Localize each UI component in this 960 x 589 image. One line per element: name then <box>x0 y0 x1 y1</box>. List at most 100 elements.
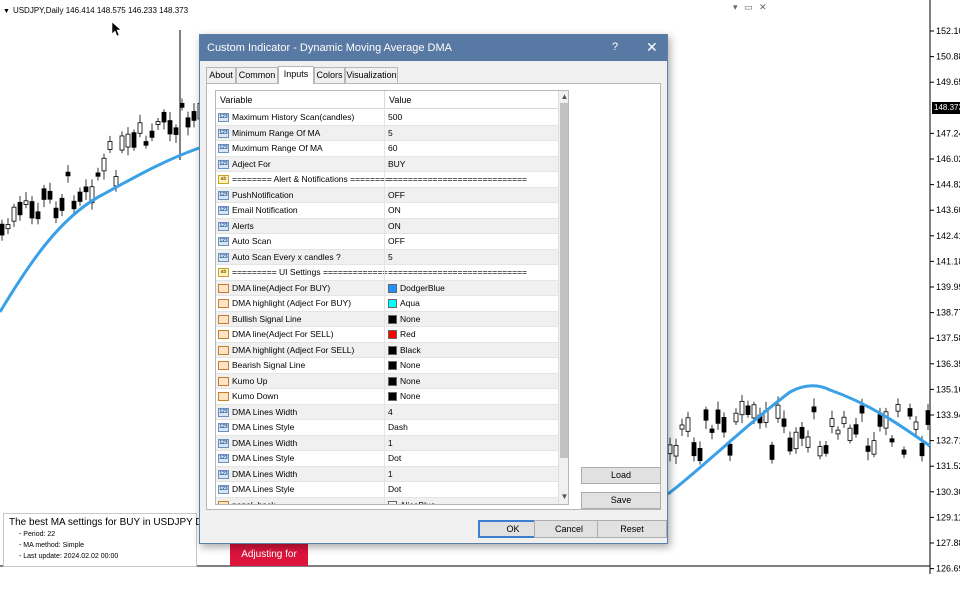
input-row[interactable]: 123 Auto Scan Every x candles ? 5 <box>216 249 558 265</box>
input-value[interactable]: DodgerBlue <box>400 281 445 296</box>
input-row[interactable]: 123 Alerts ON <box>216 218 558 234</box>
color-type-icon <box>218 392 229 401</box>
input-value[interactable]: BUY <box>388 157 405 172</box>
column-header-variable[interactable]: Variable <box>216 91 252 109</box>
color-type-icon <box>218 345 229 355</box>
input-value[interactable]: ============================ <box>388 265 527 280</box>
tab-common[interactable]: Common <box>236 67 278 83</box>
input-value[interactable]: 60 <box>388 141 397 156</box>
color-swatch[interactable] <box>388 314 397 324</box>
tab-visualization[interactable]: Visualization <box>345 67 398 83</box>
color-type-icon <box>218 376 229 386</box>
tab-inputs[interactable]: Inputs <box>278 66 314 84</box>
input-variable-name: Bearish Signal Line <box>232 360 306 370</box>
input-value[interactable]: None <box>400 312 420 327</box>
input-value[interactable]: Dot <box>388 451 401 466</box>
help-icon[interactable]: ? <box>612 41 618 53</box>
input-value[interactable]: 1 <box>388 467 393 482</box>
input-row[interactable]: 123 Adject For BUY <box>216 156 558 172</box>
input-row[interactable]: Bearish Signal Line None <box>216 358 558 374</box>
chart-window-controls[interactable]: ▾ ▭ ✕ <box>733 2 769 13</box>
input-row[interactable]: 123 Maximum History Scan(candles) 500 <box>216 110 558 126</box>
input-row[interactable]: 123 Email Notification ON <box>216 203 558 219</box>
input-variable-name: ======== Alert & Notifications ======== <box>232 174 390 184</box>
price-axis-label: 138.770 <box>936 308 960 318</box>
color-swatch[interactable] <box>388 345 397 355</box>
adjusting-for-sell-button[interactable]: Adjusting for SELL <box>230 543 308 583</box>
input-value[interactable]: Black <box>400 343 421 358</box>
input-variable-name: Email Notification <box>232 205 298 215</box>
load-button[interactable]: Load <box>581 467 661 484</box>
color-swatch[interactable] <box>388 283 397 293</box>
input-value[interactable]: Aqua <box>400 296 420 311</box>
input-row[interactable]: 123 DMA Lines Width 1 <box>216 435 558 451</box>
reset-button[interactable]: Reset <box>597 520 667 538</box>
info-line-update: - Last update: 2024.02.02 00:00 <box>19 553 119 560</box>
input-row[interactable]: 123 DMA Lines Width 1 <box>216 466 558 482</box>
input-value[interactable]: None <box>400 358 420 373</box>
input-row[interactable]: 123 DMA Lines Width 4 <box>216 404 558 420</box>
color-swatch[interactable] <box>388 500 397 504</box>
input-row[interactable]: ab ======== Alert & Notifications =======… <box>216 172 558 188</box>
color-swatch[interactable] <box>388 376 397 386</box>
input-value[interactable]: ON <box>388 203 401 218</box>
color-type-icon <box>218 299 229 308</box>
color-swatch[interactable] <box>388 361 397 370</box>
input-value[interactable]: ============================ <box>388 172 527 187</box>
scroll-up-icon[interactable]: ▲ <box>560 92 568 102</box>
input-value[interactable]: Dot <box>388 482 401 497</box>
input-value[interactable]: 4 <box>388 405 393 420</box>
input-row[interactable]: 123 DMA Lines Style Dash <box>216 420 558 436</box>
input-row[interactable]: Kumo Down None <box>216 389 558 405</box>
input-row[interactable]: panel_back AliceBlue <box>216 497 558 505</box>
scroll-down-icon[interactable]: ▼ <box>560 492 568 502</box>
input-row[interactable]: DMA highlight (Adject For BUY) Aqua <box>216 296 558 312</box>
input-value[interactable]: 500 <box>388 110 402 125</box>
input-row[interactable]: ab ========= UI Settings ============= ===… <box>216 265 558 281</box>
save-button[interactable]: Save <box>581 492 661 509</box>
dialog-title: Custom Indicator - Dynamic Moving Averag… <box>207 42 452 54</box>
input-row[interactable]: DMA line(Adject For SELL) Red <box>216 327 558 343</box>
color-swatch[interactable] <box>388 299 397 308</box>
input-value[interactable]: OFF <box>388 188 405 203</box>
numeric-type-icon: 123 <box>218 206 229 215</box>
input-value[interactable]: Red <box>400 327 416 342</box>
input-value[interactable]: Dash <box>388 420 408 435</box>
input-row[interactable]: Bullish Signal Line None <box>216 311 558 327</box>
column-header-value[interactable]: Value <box>385 91 411 109</box>
input-row[interactable]: 123 Auto Scan OFF <box>216 234 558 250</box>
color-swatch[interactable] <box>388 330 397 339</box>
scrollbar-thumb[interactable] <box>560 103 568 458</box>
input-value[interactable]: OFF <box>388 234 405 249</box>
input-value[interactable]: 5 <box>388 126 393 141</box>
input-row[interactable]: DMA line(Adject For BUY) DodgerBlue <box>216 280 558 296</box>
input-row[interactable]: 123 DMA Lines Style Dot <box>216 451 558 467</box>
input-value[interactable]: None <box>400 374 420 389</box>
price-axis-label: 147.245 <box>936 128 960 138</box>
input-value[interactable]: 1 <box>388 436 393 451</box>
grid-scrollbar[interactable]: ▲ ▼ <box>558 91 568 504</box>
input-value[interactable]: ON <box>388 219 401 234</box>
input-row[interactable]: DMA highlight (Adject For SELL) Black <box>216 342 558 358</box>
close-icon[interactable]: ✕ <box>646 39 658 56</box>
input-row[interactable]: 123 DMA Lines Style Dot <box>216 482 558 498</box>
input-value[interactable]: AliceBlue <box>400 498 435 505</box>
input-variable-name: DMA Lines Width <box>232 406 298 417</box>
dropdown-triangle-icon[interactable]: ▼ <box>3 8 10 15</box>
input-variable-name: Maximum History Scan(candles) <box>232 112 355 122</box>
input-row[interactable]: 123 Muximum Range Of MA 60 <box>216 141 558 157</box>
color-swatch[interactable] <box>388 392 397 401</box>
input-row[interactable]: 123 Minimum Range Of MA 5 <box>216 125 558 141</box>
input-variable-name: DMA Lines Style <box>232 422 295 432</box>
tab-colors[interactable]: Colors <box>314 67 345 83</box>
info-line-method: - MA method: Simple <box>19 542 84 549</box>
input-row[interactable]: Kumo Up None <box>216 373 558 389</box>
dialog-titlebar[interactable]: Custom Indicator - Dynamic Moving Averag… <box>200 35 667 61</box>
price-axis-label: 135.165 <box>936 384 960 394</box>
input-value[interactable]: 5 <box>388 250 393 265</box>
tab-about[interactable]: About <box>206 67 236 83</box>
input-variable-name: panel_back <box>232 499 276 505</box>
input-value[interactable]: None <box>400 389 420 404</box>
cancel-button[interactable]: Cancel <box>534 520 604 538</box>
input-row[interactable]: 123 PushNotification OFF <box>216 187 558 203</box>
